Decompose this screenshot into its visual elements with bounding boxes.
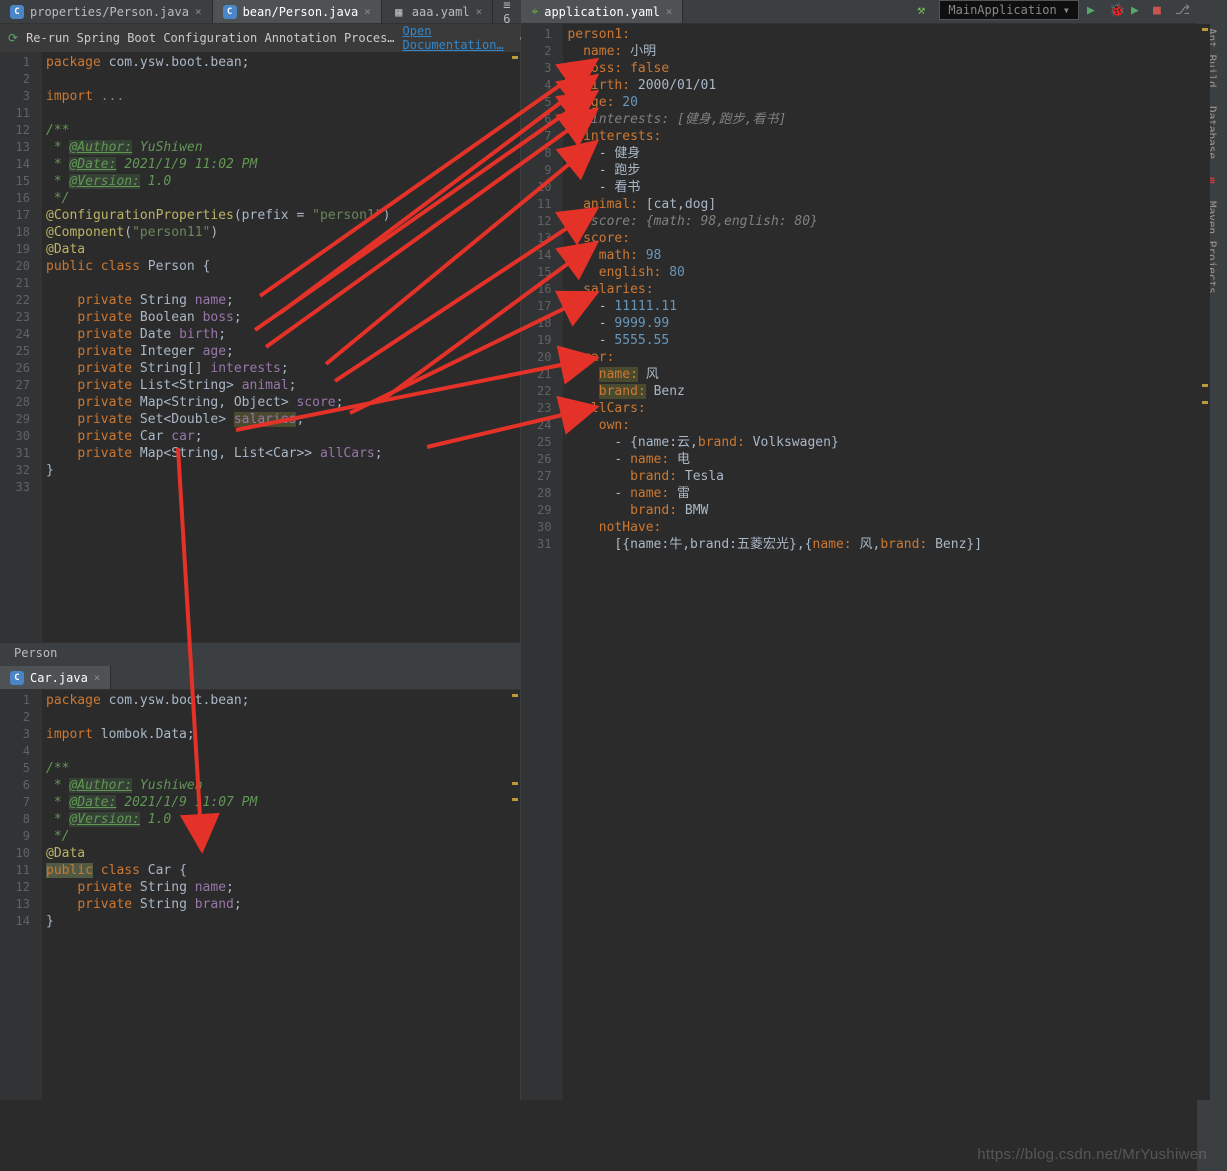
right-column: ⌖ application.yaml × 1234567891011121314… (521, 0, 1210, 1100)
hammer-icon[interactable]: ⚒ (917, 3, 931, 17)
java-class-icon: C (10, 5, 24, 19)
tab-car-java[interactable]: C Car.java × (0, 666, 111, 689)
top-toolbar: ⚒ MainApplication ▾ ▶ 🐞 ▶ ■ ⎇ (917, 0, 1197, 21)
java-class-icon: C (10, 671, 24, 685)
gutter: 1231112131415161718192021222324252627282… (0, 52, 42, 642)
tab-label: properties/Person.java (30, 5, 189, 19)
banner-text: Re-run Spring Boot Configuration Annotat… (26, 31, 394, 45)
java-class-icon: C (223, 5, 237, 19)
tab-label: aaa.yaml (412, 5, 470, 19)
yaml-editor[interactable]: 1234567891011121314151617181920212223242… (521, 24, 1210, 1100)
run-icon[interactable]: ▶ (1087, 3, 1101, 17)
warning-marker (512, 694, 518, 697)
close-icon[interactable]: × (195, 5, 202, 18)
git-icon[interactable]: ⎇ (1175, 3, 1189, 17)
code-area[interactable]: package com.ysw.boot.bean; import ... /*… (42, 52, 520, 642)
warning-marker (512, 782, 518, 785)
refresh-icon[interactable]: ⟳ (8, 31, 18, 45)
warning-marker (512, 56, 518, 59)
tab-label: bean/Person.java (243, 5, 359, 19)
warning-marker (1202, 28, 1208, 31)
run-config-label: MainApplication (948, 3, 1056, 17)
yaml-icon: ▦ (392, 5, 406, 19)
left-top-tabs: C properties/Person.java × C bean/Person… (0, 0, 520, 24)
coverage-icon[interactable]: ▶ (1131, 3, 1145, 17)
close-icon[interactable]: × (666, 5, 673, 18)
split-indicator[interactable]: ≡ 6 (493, 0, 520, 23)
code-area[interactable]: package com.ysw.boot.bean; import lombok… (42, 690, 520, 1100)
stop-icon[interactable]: ■ (1153, 3, 1167, 17)
code-area[interactable]: person1: name: 小明 boss: false birth: 200… (563, 24, 1210, 1100)
warning-marker (512, 798, 518, 801)
close-icon[interactable]: × (94, 671, 101, 684)
breadcrumb[interactable]: Person (0, 642, 520, 666)
warning-marker (1202, 384, 1208, 387)
run-config-dropdown[interactable]: MainApplication ▾ (939, 0, 1079, 20)
tab-properties-person[interactable]: C properties/Person.java × (0, 0, 213, 23)
tab-application-yaml[interactable]: ⌖ application.yaml × (521, 0, 683, 23)
debug-icon[interactable]: 🐞 (1109, 3, 1123, 17)
spring-icon: ⌖ (531, 4, 538, 19)
close-icon[interactable]: × (364, 5, 371, 18)
tab-label: Car.java (30, 671, 88, 685)
gutter: 1234567891011121314151617181920212223242… (521, 24, 563, 1100)
car-java-editor[interactable]: 1234567891011121314 package com.ysw.boot… (0, 690, 520, 1100)
gutter: 1234567891011121314 (0, 690, 42, 1100)
open-documentation-link[interactable]: Open Documentation… (403, 24, 504, 52)
watermark: https://blog.csdn.net/MrYushiwen (977, 1146, 1207, 1163)
person-java-editor[interactable]: 1231112131415161718192021222324252627282… (0, 52, 520, 642)
left-column: C properties/Person.java × C bean/Person… (0, 0, 521, 1100)
close-icon[interactable]: × (476, 5, 483, 18)
chevron-down-icon: ▾ (1063, 3, 1070, 17)
annotation-processor-banner: ⟳ Re-run Spring Boot Configuration Annot… (0, 24, 520, 52)
tab-aaa-yaml[interactable]: ▦ aaa.yaml × (382, 0, 493, 23)
breadcrumb-item[interactable]: Person (14, 646, 57, 660)
tab-label: application.yaml (544, 5, 660, 19)
warning-marker (1202, 401, 1208, 404)
left-bottom-tabs: C Car.java × (0, 666, 520, 690)
tab-bean-person[interactable]: C bean/Person.java × (213, 0, 382, 23)
